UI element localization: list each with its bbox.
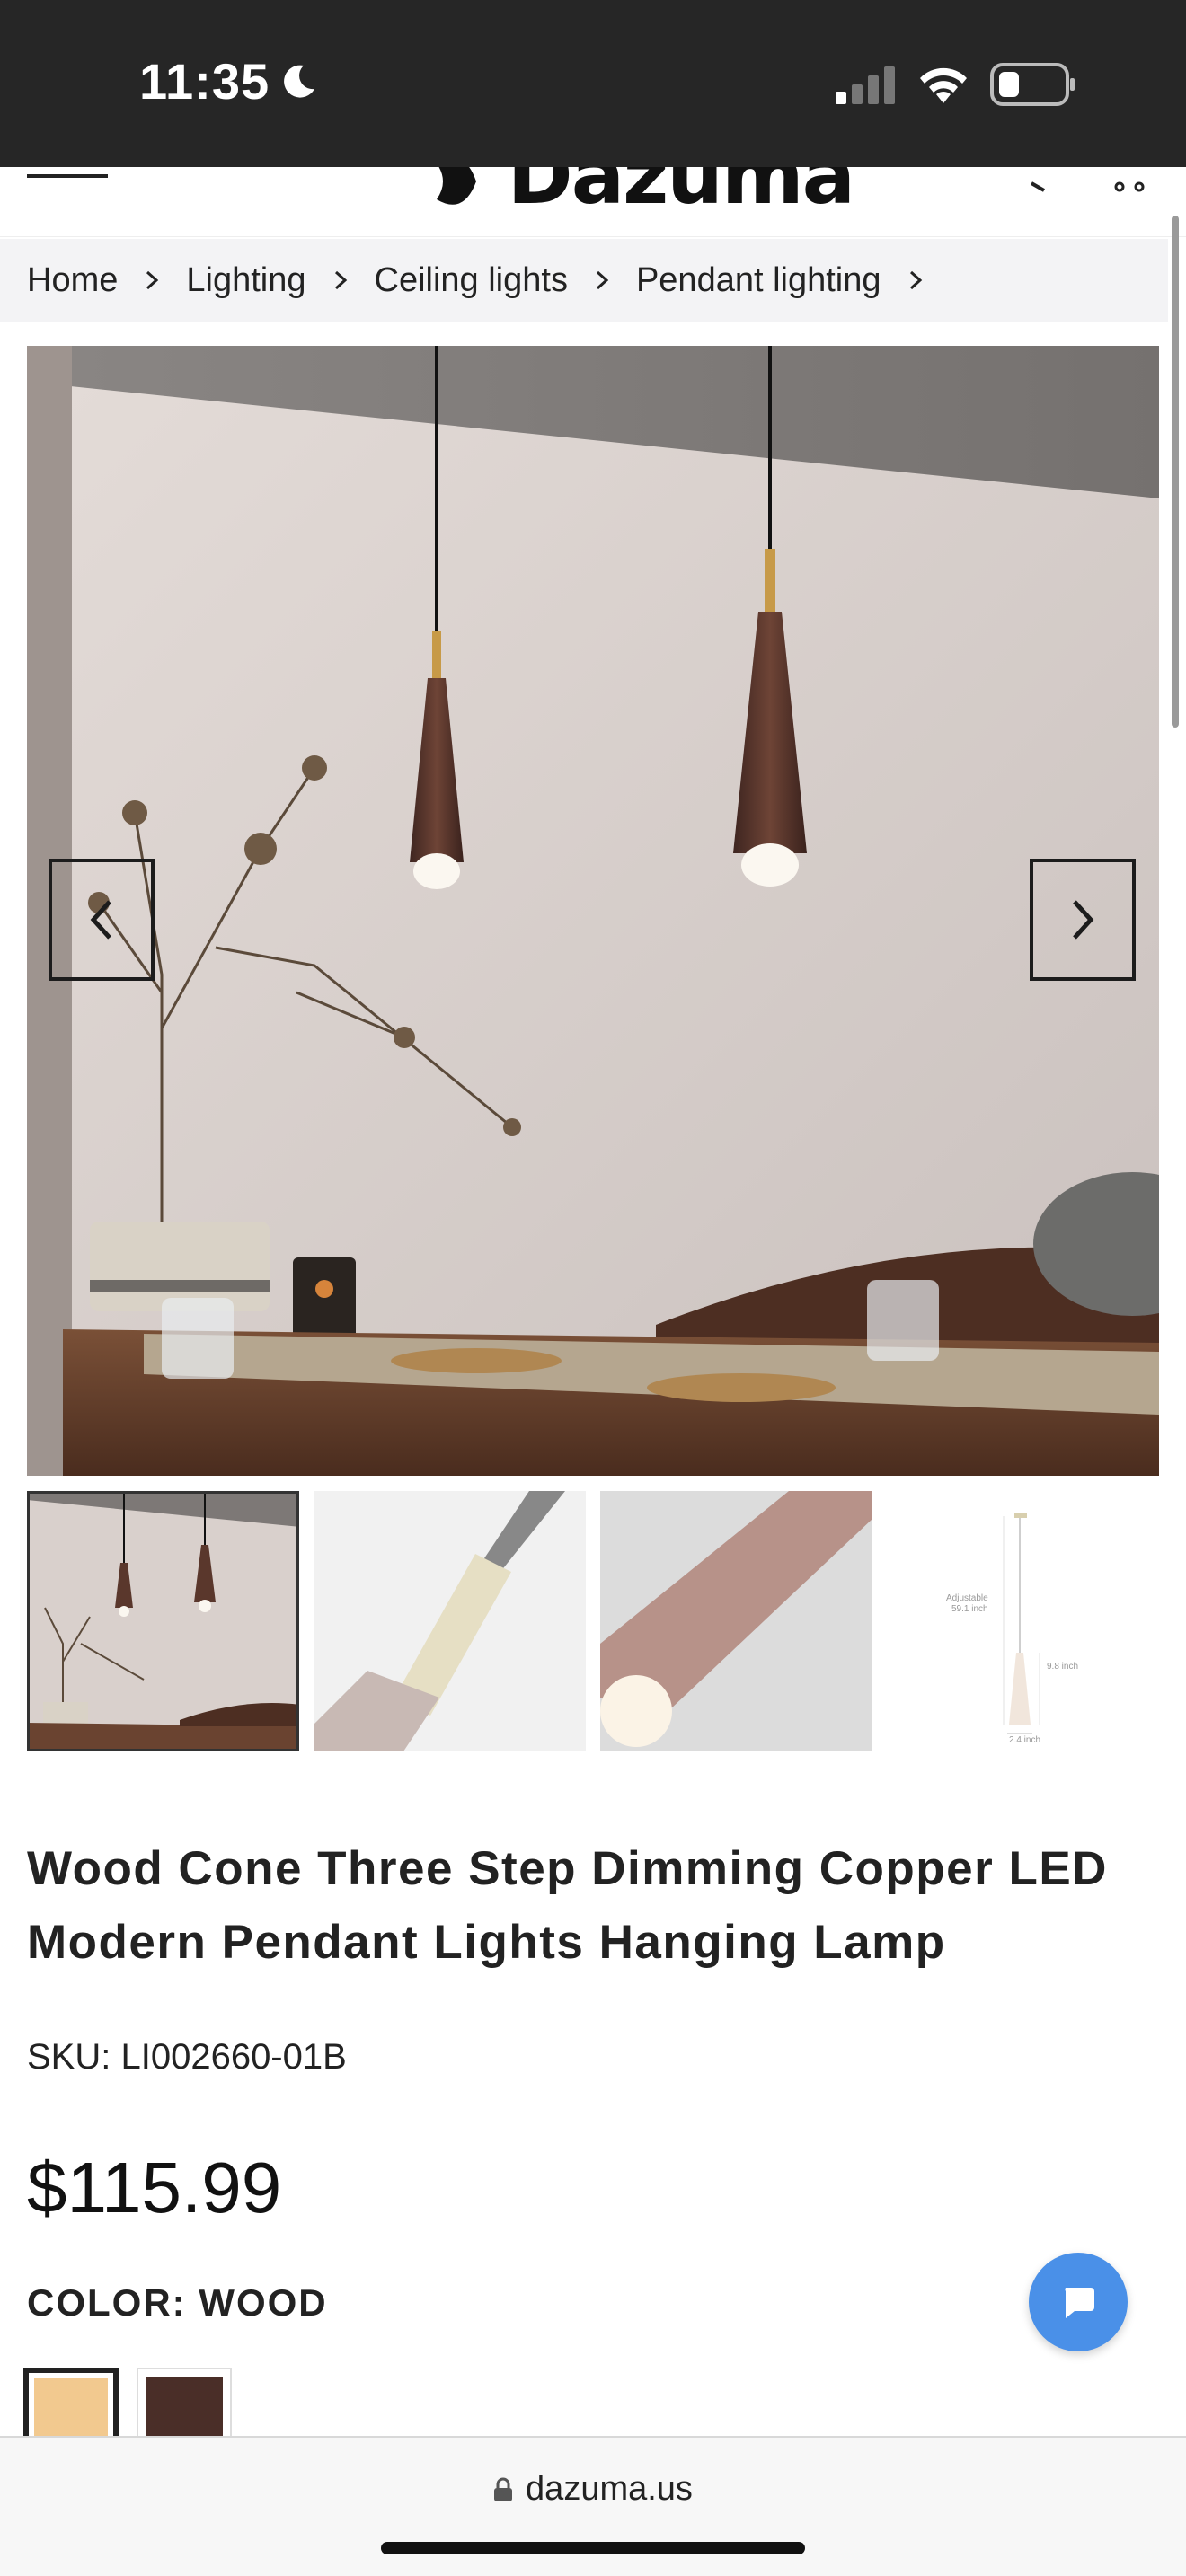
battery-icon [990,63,1075,106]
breadcrumb-ceiling-lights[interactable]: Ceiling lights [375,261,568,300]
chat-button[interactable] [1029,2253,1128,2351]
thumbnail-image [887,1491,1159,1751]
breadcrumb: Home Lighting Ceiling lights Pendant lig… [0,239,1168,322]
breadcrumb-home[interactable]: Home [27,261,118,300]
product-title: Wood Cone Three Step Dimming Copper LED … [27,1842,1108,1969]
url-domain: dazuma.us [526,2470,693,2508]
menu-line [27,174,108,178]
chevron-right-icon [909,270,922,290]
thumbnail-image [600,1491,872,1751]
cart-icon[interactable] [1105,167,1150,194]
thumbnail-3[interactable] [600,1491,872,1751]
thumbnail-1[interactable] [27,1491,299,1751]
scrollbar[interactable] [1172,216,1179,728]
gallery-next-button[interactable] [1030,859,1136,981]
chevron-right-icon [1073,900,1094,940]
status-bar: 11:35 [0,0,1186,167]
url-display[interactable]: dazuma.us [0,2470,1186,2509]
thumbnail-4[interactable]: Adjustable 59.1 inch 9.8 inch 2.4 inch [887,1491,1159,1751]
browser-url-bar[interactable]: dazuma.us [0,2436,1186,2576]
chevron-right-icon [596,270,609,290]
thumb-dim-label: 2.4 inch [1009,1735,1041,1745]
home-indicator[interactable] [381,2542,805,2554]
thumbnail-image [314,1491,586,1751]
header-icons [1024,167,1150,194]
pendant-lamp-photo [27,346,1159,1476]
signal-icon [836,66,895,104]
product-main-image[interactable] [27,346,1159,1476]
site-header: Dazuma [0,167,1186,237]
chat-bubble-icon [1065,2288,1094,2318]
thumbnail-2[interactable] [314,1491,586,1751]
logo-text: Dazuma [507,167,855,222]
chevron-right-icon [334,270,347,290]
status-icons [834,63,1076,106]
thumb-dim-label: Adjustable [946,1593,988,1603]
moon-icon [284,65,315,98]
gallery-prev-button[interactable] [49,859,155,981]
search-icon[interactable] [1024,167,1060,194]
thumbnail-strip: Adjustable 59.1 inch 9.8 inch 2.4 inch [27,1491,1159,1751]
status-time: 11:35 [139,52,318,110]
logo[interactable]: Dazuma [428,167,855,222]
lock-icon [494,2477,513,2501]
color-label: COLOR: WOOD [27,2281,328,2324]
thumb-dim-label: 9.8 inch [1047,1662,1079,1672]
breadcrumb-pendant-lighting[interactable]: Pendant lighting [636,261,881,300]
thumbnail-image [27,1491,299,1751]
menu-icon[interactable] [27,167,110,185]
chevron-right-icon [146,270,159,290]
breadcrumb-lighting[interactable]: Lighting [186,261,305,300]
wifi-icon [920,67,967,103]
product-price: $115.99 [27,2148,282,2228]
time-text: 11:35 [139,53,270,110]
product-sku: SKU: LI002660-01B [27,2037,347,2077]
thumb-dim-label: 59.1 inch [951,1604,988,1614]
chevron-left-icon [90,900,111,940]
logo-mark-icon [437,167,476,205]
